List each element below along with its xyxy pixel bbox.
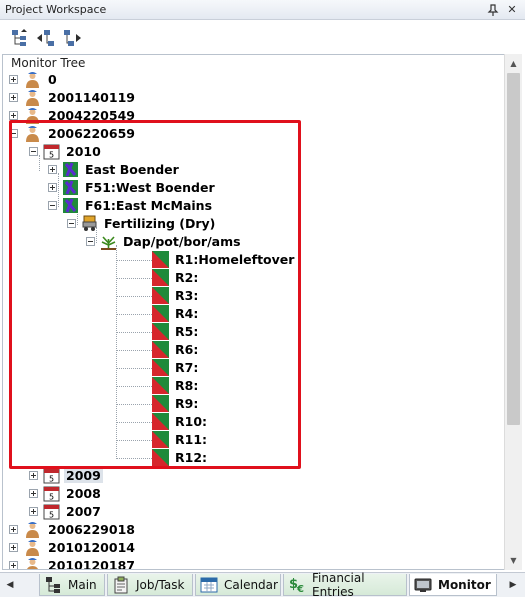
bottom-tab-bar: ◀ Main Job/Task Calendar $ € Financial En…	[0, 571, 525, 597]
tab-monitor[interactable]: Monitor	[409, 574, 497, 596]
expand-toggle[interactable]	[9, 93, 18, 102]
tree-connector	[116, 440, 152, 441]
collapse-toggle[interactable]	[86, 237, 95, 246]
expand-toggle[interactable]	[9, 111, 18, 120]
record-icon	[152, 287, 169, 304]
tab-financial-entries[interactable]: $ € Financial Entries	[283, 571, 407, 597]
record-icon	[152, 395, 169, 412]
farmer-icon	[24, 125, 41, 142]
expand-toggle[interactable]	[29, 471, 38, 480]
record-icon	[152, 449, 169, 466]
tab-job-task[interactable]: Job/Task	[107, 574, 193, 596]
collapse-toggle[interactable]	[9, 129, 18, 138]
hierarchy-icon	[44, 576, 62, 594]
tree-connector	[39, 155, 40, 171]
tree-connector	[116, 260, 152, 261]
field-icon	[62, 197, 79, 214]
record-icon	[152, 305, 169, 322]
expand-toggle[interactable]	[9, 543, 18, 552]
tree-toolbar	[0, 20, 525, 54]
svg-text:5: 5	[49, 511, 54, 520]
collapse-toggle[interactable]	[48, 201, 57, 210]
svg-text:5: 5	[49, 493, 54, 502]
farmer-icon	[24, 557, 41, 569]
tree-connector	[116, 368, 152, 369]
tab-scroll-left-icon[interactable]: ◀	[4, 577, 16, 593]
scroll-down-icon[interactable]: ▼	[505, 552, 522, 569]
scroll-up-icon[interactable]: ▲	[505, 55, 522, 72]
tree-connector	[116, 404, 152, 405]
tree-connector	[116, 332, 152, 333]
record-icon	[152, 251, 169, 268]
farmer-icon	[24, 107, 41, 124]
dollar-euro-icon: $ €	[288, 576, 306, 594]
record-icon	[152, 359, 169, 376]
calendar-icon: 5	[43, 503, 60, 520]
expand-toggle[interactable]	[9, 525, 18, 534]
calendar-icon: 5	[43, 143, 60, 160]
tab-calendar[interactable]: Calendar	[195, 574, 281, 596]
expand-toggle[interactable]	[48, 183, 57, 192]
record-icon	[152, 269, 169, 286]
field-icon	[62, 179, 79, 196]
farmer-icon	[24, 521, 41, 538]
record-icon	[152, 413, 169, 430]
tree-connector	[116, 386, 152, 387]
farmer-icon	[24, 89, 41, 106]
tree-connector	[116, 350, 152, 351]
tree-connector	[116, 422, 152, 423]
tree-connector	[116, 296, 152, 297]
calendar-tab-icon	[200, 576, 218, 594]
svg-text:5: 5	[49, 475, 54, 484]
scrollbar-thumb[interactable]	[507, 73, 520, 425]
expand-toggle[interactable]	[29, 489, 38, 498]
svg-text:€: €	[296, 584, 304, 594]
tree-connector	[58, 173, 59, 207]
collapse-toggle[interactable]	[67, 219, 76, 228]
clipboard-icon	[112, 576, 130, 594]
field-icon	[62, 161, 79, 178]
expand-toggle[interactable]	[48, 165, 57, 174]
expand-toggle[interactable]	[29, 507, 38, 516]
panel-title: Project Workspace	[5, 3, 107, 16]
tree-move-left-icon[interactable]	[36, 28, 56, 48]
farmer-icon	[24, 539, 41, 556]
collapse-toggle[interactable]	[29, 147, 38, 156]
close-icon[interactable]: ✕	[505, 3, 519, 17]
record-icon	[152, 431, 169, 448]
tree-connector	[116, 314, 152, 315]
tree-connector	[116, 278, 152, 279]
expand-toggle[interactable]	[9, 561, 18, 569]
tab-main[interactable]: Main	[39, 574, 105, 596]
monitor-icon	[414, 576, 432, 594]
tree-header: Monitor Tree	[11, 56, 86, 70]
record-icon	[152, 341, 169, 358]
fertilizer-spreader-icon	[81, 215, 98, 232]
pin-icon[interactable]	[486, 3, 500, 17]
tree-expand-icon[interactable]	[10, 28, 30, 48]
record-icon	[152, 323, 169, 340]
crop-sprout-icon	[100, 233, 117, 250]
record-icon	[152, 377, 169, 394]
calendar-icon: 5	[43, 467, 60, 484]
tab-scroll-right-icon[interactable]: ▶	[507, 577, 519, 593]
calendar-icon: 5	[43, 485, 60, 502]
panel-title-bar: Project Workspace ✕	[0, 0, 525, 20]
svg-text:5: 5	[49, 151, 54, 160]
monitor-tree-panel: Monitor Tree 0 2001140119 2004220549 200…	[2, 54, 522, 570]
tree-connector	[116, 458, 152, 459]
vertical-scrollbar[interactable]: ▲ ▼	[504, 54, 522, 570]
tree-move-right-icon[interactable]	[62, 28, 82, 48]
farmer-icon	[24, 71, 41, 88]
expand-toggle[interactable]	[9, 75, 18, 84]
